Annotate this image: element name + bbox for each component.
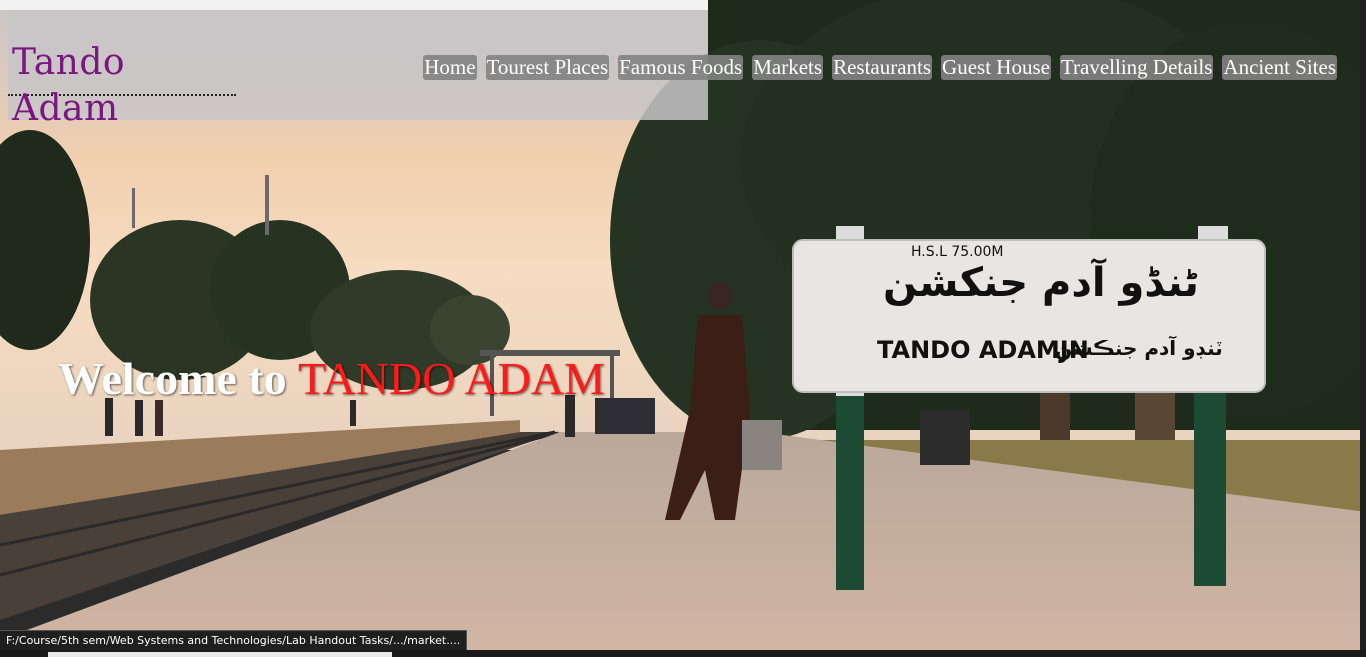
nav-tourest-places[interactable]: Tourest Places (485, 55, 610, 80)
welcome-highlight: TANDO ADAM (298, 353, 605, 404)
main-navigation: Home Tourest Places Famous Foods Markets… (423, 55, 1337, 80)
sign-sindhi-text: ٽنڊو آدم جنڪشن (1055, 336, 1223, 360)
nav-famous-foods[interactable]: Famous Foods (618, 55, 744, 80)
top-page-strip (0, 0, 708, 10)
horizontal-scrollbar[interactable] (0, 650, 1366, 657)
nav-markets[interactable]: Markets (752, 55, 824, 80)
vertical-scrollbar[interactable] (1360, 0, 1366, 650)
nav-guest-house[interactable]: Guest House (941, 55, 1051, 80)
nav-restaurants[interactable]: Restaurants (832, 55, 933, 80)
browser-viewport: H.S.L 75.00M ٹنڈو آدم جنکشن TANDO ADAMJN… (0, 0, 1366, 657)
nav-travelling-details[interactable]: Travelling Details (1059, 55, 1214, 80)
link-preview-status: F:/Course/5th sem/Web Systems and Techno… (0, 630, 468, 652)
site-logo[interactable]: Tando Adam (8, 40, 236, 129)
station-sign: H.S.L 75.00M ٹنڈو آدم جنکشن TANDO ADAMJN… (793, 240, 1265, 392)
scrollbar-thumb[interactable] (48, 652, 392, 657)
nav-ancient-sites[interactable]: Ancient Sites (1222, 55, 1337, 80)
sign-elevation-text: H.S.L 75.00M (911, 244, 1004, 260)
nav-home[interactable]: Home (423, 55, 477, 80)
welcome-prefix: Welcome to (58, 353, 299, 404)
hero-welcome-heading: Welcome to TANDO ADAM (58, 352, 605, 405)
sign-urdu-text: ٹنڈو آدم جنکشن (883, 260, 1199, 306)
